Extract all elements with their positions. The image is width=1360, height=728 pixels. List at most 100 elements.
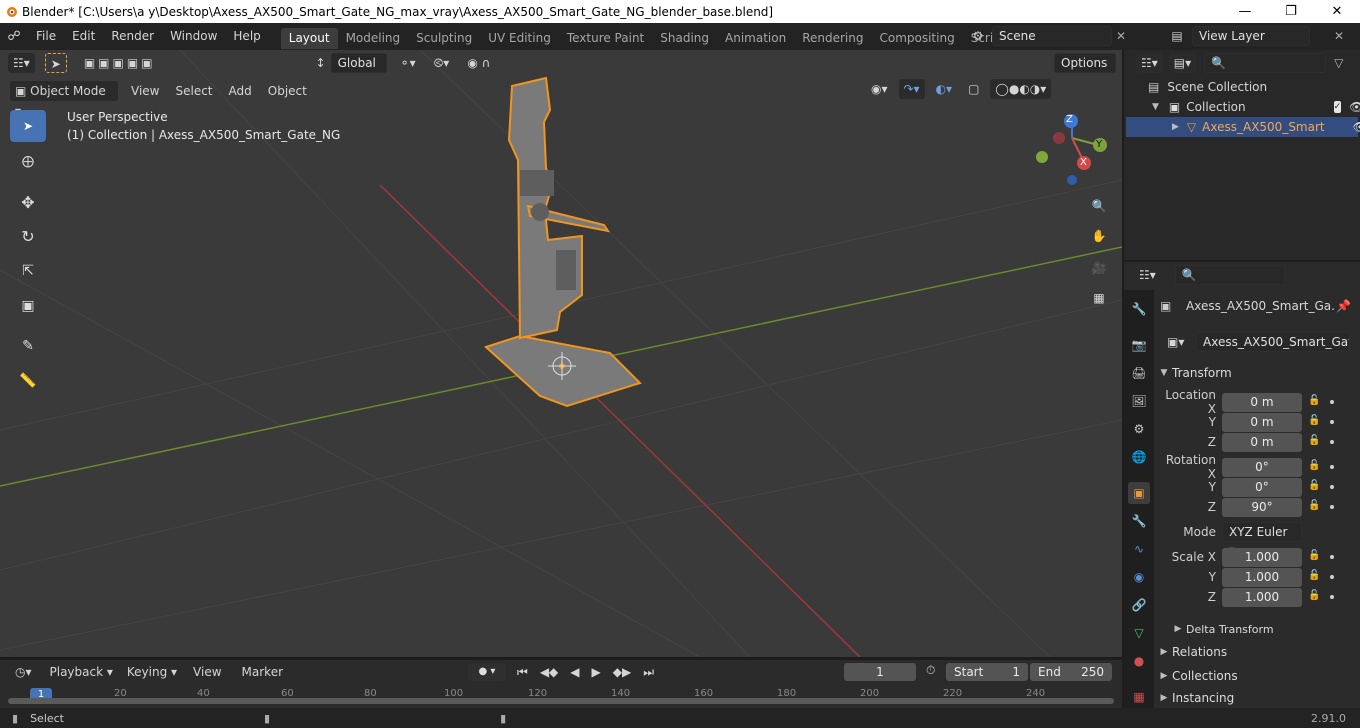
menu-render[interactable]: Render xyxy=(103,23,162,50)
stopwatch-icon[interactable]: ⏱ xyxy=(926,663,935,678)
render-tab-icon[interactable]: 📷 xyxy=(1128,334,1150,356)
outliner-editor-icon[interactable]: ☷▾ xyxy=(1136,53,1163,73)
keyframe-dot[interactable] xyxy=(1330,485,1334,489)
lock-icon[interactable]: 🔓 xyxy=(1308,415,1322,429)
select-box-tool-icon[interactable]: ➤ xyxy=(10,110,46,142)
rotation-y-field[interactable]: 0° xyxy=(1222,477,1302,497)
menu-file[interactable]: File xyxy=(28,23,64,50)
tab-texture-paint[interactable]: Texture Paint xyxy=(559,28,652,49)
tab-sculpting[interactable]: Sculpting xyxy=(408,28,480,49)
constraints-tab-icon[interactable]: 🔗 xyxy=(1128,594,1150,616)
collection-checkbox[interactable]: ✓ xyxy=(1333,101,1342,113)
view-layer-selector[interactable]: ▤ View Layer ✕ xyxy=(1162,26,1360,46)
overlay-toggle-icon[interactable]: ◐▾ xyxy=(931,79,958,99)
lock-icon[interactable]: 🔓 xyxy=(1308,395,1322,409)
object-visibility-icon[interactable]: 👁 xyxy=(1353,120,1360,134)
viewport-menu-object[interactable]: Object xyxy=(263,81,312,101)
location-z-field[interactable]: 0 m xyxy=(1222,432,1302,452)
outliner-filter-icon[interactable]: ▽ xyxy=(1334,56,1343,70)
editor-type-icon[interactable]: ☷▾ xyxy=(8,53,35,73)
snap-icon[interactable]: ⧀▾ xyxy=(429,53,455,73)
scale-z-field[interactable]: 1.000 xyxy=(1222,587,1302,607)
outliner-display-icon[interactable]: ▤▾ xyxy=(1168,53,1197,73)
blender-menu-icon[interactable]: ☍ xyxy=(0,29,28,44)
menu-window[interactable]: Window xyxy=(162,23,225,50)
next-keyframe-icon[interactable]: ◆▶ xyxy=(607,662,637,682)
outliner-row-object[interactable]: ▶ ▽ Axess_AX500_Smart 👁 xyxy=(1126,117,1360,137)
scene-tab-icon[interactable]: ⚙ xyxy=(1128,418,1150,440)
location-y-field[interactable]: 0 m xyxy=(1222,412,1302,432)
scene-name-field[interactable]: Scene xyxy=(992,26,1112,46)
object-tab-icon[interactable]: ▣ xyxy=(1128,482,1150,504)
scale-x-field[interactable]: 1.000 xyxy=(1222,547,1302,567)
viewport-menu-add[interactable]: Add xyxy=(224,81,257,101)
camera-icon[interactable]: 🎥 xyxy=(1085,254,1113,282)
scale-tool-icon[interactable]: ⇱ xyxy=(10,255,46,287)
delta-transform-subpanel[interactable]: ▶ Delta Transform xyxy=(1170,618,1360,640)
outliner-panel[interactable]: ☷▾ ▤▾ 🔍 ▽ ▤ Scene Collection ▼ ▣ Collect… xyxy=(1124,50,1360,260)
minimize-button[interactable]: — xyxy=(1222,0,1268,23)
keyframe-dot[interactable] xyxy=(1330,505,1334,509)
keyframe-dot[interactable] xyxy=(1330,595,1334,599)
prev-keyframe-icon[interactable]: ◀◆ xyxy=(534,662,564,682)
view-layer-name-field[interactable]: View Layer xyxy=(1192,26,1310,46)
select-mode-icons[interactable]: ▣▣▣▣▣ xyxy=(79,53,161,73)
rotation-mode-dropdown[interactable]: XYZ Euler ▾ xyxy=(1222,522,1302,557)
keyframe-dot[interactable] xyxy=(1330,420,1334,424)
annotate-tool-icon[interactable]: ✎ xyxy=(10,330,46,362)
timeline-editor-icon[interactable]: ◷▾ xyxy=(10,662,37,682)
keyframe-dot[interactable] xyxy=(1330,465,1334,469)
perspective-grid-icon[interactable]: ▦ xyxy=(1085,284,1113,312)
tab-compositing[interactable]: Compositing xyxy=(871,28,962,49)
lock-icon[interactable]: 🔓 xyxy=(1308,435,1322,449)
rotation-z-field[interactable]: 90° xyxy=(1222,497,1302,517)
transform-panel-header[interactable]: ▼ Transform xyxy=(1156,362,1360,384)
view-layer-close-icon[interactable]: ✕ xyxy=(1334,29,1344,43)
output-tab-icon[interactable]: 🖨 xyxy=(1128,362,1150,384)
world-tab-icon[interactable]: 🌐 xyxy=(1128,446,1150,468)
options-dropdown[interactable]: Options xyxy=(1054,53,1116,73)
measure-tool-icon[interactable]: 📏 xyxy=(10,365,46,397)
scale-y-field[interactable]: 1.000 xyxy=(1222,567,1302,587)
proportional-edit-icon[interactable]: ◉ ∩ xyxy=(462,53,495,73)
material-tab-icon[interactable]: ● xyxy=(1128,650,1150,672)
timeline-menu-view[interactable]: View xyxy=(188,662,226,682)
particles-tab-icon[interactable]: ∿ xyxy=(1128,538,1150,560)
scene-selector[interactable]: ⚙ Scene ✕ xyxy=(964,26,1134,46)
select-tool-icon[interactable]: ➤ xyxy=(44,53,67,73)
collection-visibility-icon[interactable]: 👁 xyxy=(1349,100,1360,114)
outliner-search-field[interactable]: 🔍 xyxy=(1204,53,1327,73)
tab-modeling[interactable]: Modeling xyxy=(338,28,409,49)
pin-icon[interactable]: 📌 xyxy=(1336,299,1351,313)
maximize-button[interactable]: ❐ xyxy=(1268,0,1314,23)
tab-animation[interactable]: Animation xyxy=(717,28,794,49)
move-tool-icon[interactable]: ✥ xyxy=(10,186,46,218)
jump-end-icon[interactable]: ⏭ xyxy=(638,662,660,682)
keyframe-dot[interactable] xyxy=(1330,400,1334,404)
timeline-menu-marker[interactable]: Marker xyxy=(237,662,288,682)
viewport-menu-view[interactable]: View xyxy=(126,81,164,101)
modifier-tab-icon[interactable]: 🔧 xyxy=(1128,510,1150,532)
jump-start-icon[interactable]: ⏮ xyxy=(512,662,533,682)
menu-help[interactable]: Help xyxy=(225,23,268,50)
lock-icon[interactable]: 🔓 xyxy=(1308,460,1322,474)
viewport-menu-select[interactable]: Select xyxy=(170,81,217,101)
lock-icon[interactable]: 🔓 xyxy=(1308,550,1322,564)
lock-icon[interactable]: 🔓 xyxy=(1308,590,1322,604)
gizmo-toggle-icon[interactable]: ↷▾ xyxy=(898,79,925,99)
tab-uv-editing[interactable]: UV Editing xyxy=(480,28,559,49)
visibility-icon[interactable]: ◉▾ xyxy=(866,79,893,99)
object-datablock-row[interactable]: ▣▾ Axess_AX500_Smart_Gate_... xyxy=(1162,332,1352,352)
scene-close-icon[interactable]: ✕ xyxy=(1116,29,1126,43)
view-layer-tab-icon[interactable]: 🖼 xyxy=(1128,390,1150,412)
outliner-row-collection[interactable]: ▼ ▣ Collection ✓ 👁 xyxy=(1124,97,1360,117)
transform-orientation-dropdown[interactable]: Global xyxy=(330,53,387,73)
collections-panel-header[interactable]: ▶ Collections xyxy=(1156,665,1360,687)
tool-tab-icon[interactable]: 🔧 xyxy=(1128,298,1150,320)
menu-edit[interactable]: Edit xyxy=(64,23,103,50)
zoom-icon[interactable]: 🔍 xyxy=(1085,192,1113,220)
outliner-row-scene-collection[interactable]: ▤ Scene Collection xyxy=(1124,77,1360,97)
xray-icon[interactable]: ▢ xyxy=(963,79,984,99)
rotation-x-field[interactable]: 0° xyxy=(1222,457,1302,477)
timeline-ruler[interactable]: 1 20 40 60 80 100 120 140 160 180 200 22… xyxy=(0,686,1122,708)
